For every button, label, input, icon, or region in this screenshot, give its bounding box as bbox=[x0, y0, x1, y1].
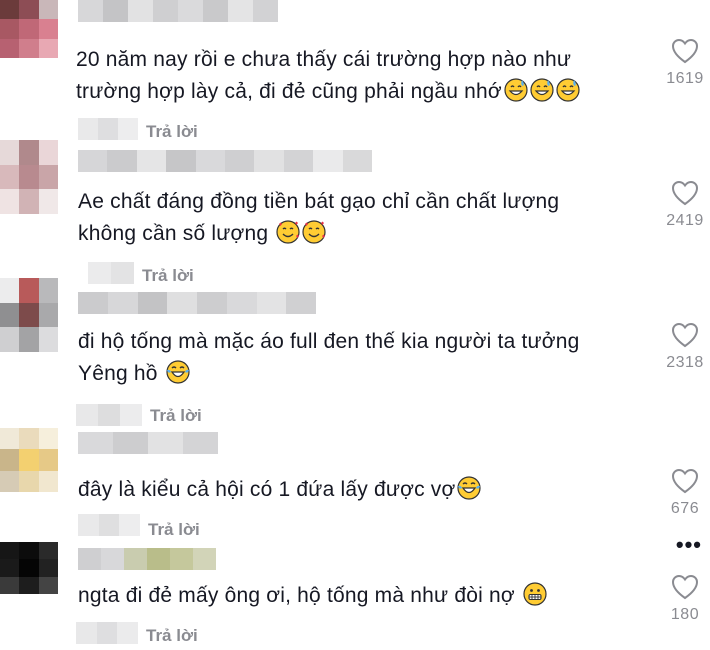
blurred-reply-prefix bbox=[76, 404, 142, 426]
avatar[interactable] bbox=[0, 428, 58, 492]
username-blurred[interactable] bbox=[78, 432, 218, 454]
comment-line: không cần số lượng bbox=[78, 218, 668, 250]
avatar[interactable] bbox=[0, 140, 58, 214]
avatar[interactable] bbox=[0, 542, 58, 594]
blurred-reply-prefix bbox=[78, 514, 141, 536]
like-count: 676 bbox=[670, 500, 700, 517]
username-blurred[interactable] bbox=[78, 0, 278, 22]
like-button[interactable]: 2318 bbox=[660, 322, 710, 372]
username-blurred[interactable] bbox=[78, 292, 316, 314]
blurred-reply-prefix bbox=[78, 118, 138, 140]
avatar[interactable] bbox=[0, 0, 58, 58]
like-count: 1619 bbox=[666, 70, 704, 87]
comment-line: trường hợp lày cả, đi đẻ cũng phải ngầu … bbox=[76, 76, 666, 108]
tears-of-joy-emoji bbox=[164, 360, 190, 385]
avatar[interactable] bbox=[0, 278, 58, 352]
comment-text: đây là kiểu cả hội có 1 đứa lấy được vợ bbox=[78, 474, 668, 506]
like-button[interactable]: 1619 bbox=[660, 38, 710, 88]
comment-text: ngta đi đẻ mấy ông ơi, hộ tống mà như đò… bbox=[78, 580, 668, 612]
blurred-reply-prefix bbox=[76, 622, 139, 644]
like-count: 180 bbox=[670, 606, 700, 623]
hearts-face-emoji bbox=[274, 220, 300, 245]
username-blurred[interactable] bbox=[78, 150, 373, 172]
heart-icon[interactable] bbox=[671, 38, 699, 64]
comment-line: đây là kiểu cả hội có 1 đứa lấy được vợ bbox=[78, 474, 668, 506]
comment-text: 20 năm nay rồi e chưa thấy cái trường hợ… bbox=[76, 44, 666, 108]
comment-line: ngta đi đẻ mấy ông ơi, hộ tống mà như đò… bbox=[78, 580, 668, 612]
comment-line: Ae chất đáng đồng tiền bát gạo chỉ cần c… bbox=[78, 190, 560, 213]
like-button[interactable]: 2419 bbox=[660, 180, 710, 230]
heart-icon[interactable] bbox=[671, 322, 699, 348]
grimacing-emoji bbox=[521, 582, 547, 607]
username-blurred[interactable] bbox=[78, 548, 216, 570]
like-count: 2318 bbox=[666, 354, 704, 371]
comment-line: đi hộ tống mà mặc áo full đen thế kia ng… bbox=[78, 330, 580, 353]
reply-button[interactable]: Trả lời bbox=[150, 406, 202, 426]
heart-icon[interactable] bbox=[671, 574, 699, 600]
heart-icon[interactable] bbox=[671, 468, 699, 494]
more-options-icon[interactable]: ••• bbox=[676, 532, 702, 558]
grin-sweat-emoji bbox=[554, 78, 580, 103]
reply-button[interactable]: Trả lời bbox=[148, 520, 200, 540]
like-count: 2419 bbox=[666, 212, 704, 229]
reply-button[interactable]: Trả lời bbox=[146, 626, 198, 646]
hearts-face-emoji bbox=[300, 220, 326, 245]
reply-button[interactable]: Trả lời bbox=[146, 122, 198, 142]
comment-line: 20 năm nay rồi e chưa thấy cái trường hợ… bbox=[76, 48, 572, 71]
tears-of-joy-emoji bbox=[455, 476, 482, 501]
heart-icon[interactable] bbox=[671, 180, 699, 206]
like-button[interactable]: 676 bbox=[660, 468, 710, 518]
comment-text: đi hộ tống mà mặc áo full đen thế kia ng… bbox=[78, 326, 668, 390]
grin-sweat-emoji bbox=[528, 78, 554, 103]
reply-button[interactable]: Trả lời bbox=[142, 266, 194, 286]
blurred-reply-prefix bbox=[88, 262, 134, 284]
comment-text: Ae chất đáng đồng tiền bát gạo chỉ cần c… bbox=[78, 186, 668, 250]
grin-sweat-emoji bbox=[502, 78, 528, 103]
comment-line: Yêng hồ bbox=[78, 358, 668, 390]
like-button[interactable]: 180 bbox=[660, 574, 710, 624]
